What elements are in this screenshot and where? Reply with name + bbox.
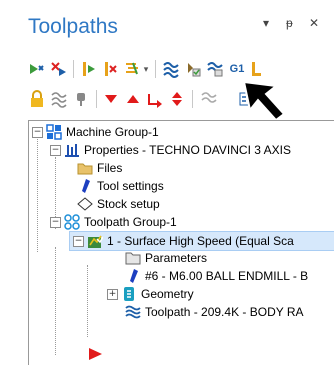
tree-label: Geometry (141, 287, 194, 301)
tree-item-toolpath[interactable]: Toolpath - 209.4K - BODY RA (125, 303, 304, 321)
expand-toggle[interactable]: + (107, 288, 118, 300)
panel-title: Toolpaths (28, 15, 118, 38)
wave-icon (51, 92, 67, 108)
regenerate-selected-icon (83, 62, 95, 76)
deselect-all-button[interactable] (48, 58, 70, 80)
tool-icon (77, 178, 93, 194)
insert-arrow-icon (89, 348, 102, 360)
simulate-button[interactable] (160, 58, 182, 80)
collapse-toggle[interactable]: − (50, 144, 61, 156)
gcode-label: G1 (229, 63, 245, 75)
regenerate-dirty-button[interactable] (100, 58, 122, 80)
panel-menu-button[interactable]: ▾ (263, 16, 269, 30)
geometry-icon (121, 286, 137, 302)
post-button[interactable] (246, 58, 268, 80)
tree-label: Stock setup (97, 197, 160, 211)
tree-item-stock-setup[interactable]: Stock setup (77, 195, 160, 213)
wave-button[interactable] (48, 88, 70, 110)
pin-icon (77, 93, 85, 106)
insert-arrow-icon (148, 94, 162, 108)
tree-label: #6 - M6.00 BALL ENDMILL - B (145, 269, 309, 283)
move-up-icon (127, 95, 139, 103)
collapse-toggle[interactable]: − (73, 235, 84, 247)
tree-item-tool-settings[interactable]: Tool settings (77, 177, 164, 195)
toolpaths-panel: Toolpaths ▾ ᵽ ✕ ▾ G1 − Machine Group-1 −… (0, 0, 334, 365)
toggle-display-dropdown[interactable]: ▾ (140, 58, 152, 80)
gcode-button[interactable]: G1 (226, 58, 248, 80)
operation-icon (87, 233, 103, 249)
folder-icon (125, 250, 141, 266)
simulate-icon (163, 62, 179, 78)
tree-item-files[interactable]: Files (77, 159, 122, 177)
machine-group-icon (46, 124, 62, 140)
post-icon (252, 62, 261, 76)
tree-item-tool[interactable]: #6 - M6.00 BALL ENDMILL - B (125, 267, 308, 285)
move-up-down-button[interactable] (166, 88, 188, 110)
lock-icon (31, 90, 43, 107)
tree-label: Parameters (145, 251, 208, 265)
move-down-icon (105, 95, 117, 103)
tree-item-parameters[interactable]: Parameters (125, 249, 207, 267)
insert-arrow-button[interactable] (144, 88, 166, 110)
properties-icon (64, 142, 80, 158)
panel-pin-button[interactable]: ᵽ (286, 16, 293, 30)
toolpath-tree: − Machine Group-1 − Properties - TECHNO … (28, 120, 334, 365)
select-all-ops-icon (30, 64, 44, 74)
backplot-button[interactable] (204, 58, 226, 80)
verify-button[interactable] (182, 58, 204, 80)
move-up-button[interactable] (122, 88, 144, 110)
tree-label: Toolpath - 209.4K - BODY RA (145, 305, 304, 319)
tree-item-machine-group[interactable]: − Machine Group-1 (32, 123, 159, 141)
tree-label: 1 - Surface High Speed (Equal Sca (107, 234, 294, 248)
move-up-down-icon (172, 92, 182, 106)
select-all-ops-button[interactable] (26, 58, 48, 80)
toolpath-icon (125, 304, 141, 320)
insert-arrow-marker[interactable] (87, 345, 103, 363)
regenerate-selected-button[interactable] (78, 58, 100, 80)
backplot-icon (207, 62, 223, 77)
move-down-button[interactable] (100, 88, 122, 110)
tree-label: Properties - TECHNO DAVINCI 3 AXIS (84, 143, 291, 157)
tree-item-geometry[interactable]: + Geometry (107, 285, 194, 303)
panel-close-button[interactable]: ✕ (309, 16, 319, 30)
tree-label: Tool settings (97, 179, 164, 193)
regenerate-dirty-icon (105, 62, 117, 76)
tree-label: Files (97, 161, 123, 175)
toolbar-row-1: ▾ G1 (26, 58, 334, 80)
collapse-toggle[interactable]: − (50, 216, 61, 228)
tree-label: Machine Group-1 (66, 125, 159, 139)
tool-icon (125, 268, 141, 284)
pin-button[interactable] (70, 88, 92, 110)
deselect-all-icon (51, 62, 66, 76)
toolpath-group-icon (64, 214, 80, 230)
collapse-toggle[interactable]: − (32, 126, 43, 138)
stock-icon (77, 196, 93, 212)
scroll-icon (201, 92, 217, 103)
folder-icon (77, 160, 93, 176)
verify-icon (188, 63, 201, 77)
mouse-cursor-icon (242, 80, 286, 122)
tree-item-properties[interactable]: − Properties - TECHNO DAVINCI 3 AXIS (50, 141, 291, 159)
tree-label: Toolpath Group-1 (84, 215, 177, 229)
scroll-button[interactable] (198, 88, 220, 110)
tree-item-toolpath-group[interactable]: − Toolpath Group-1 (50, 213, 177, 231)
lock-button[interactable] (26, 88, 48, 110)
tree-item-operation[interactable]: − 1 - Surface High Speed (Equal Sca (69, 231, 334, 251)
